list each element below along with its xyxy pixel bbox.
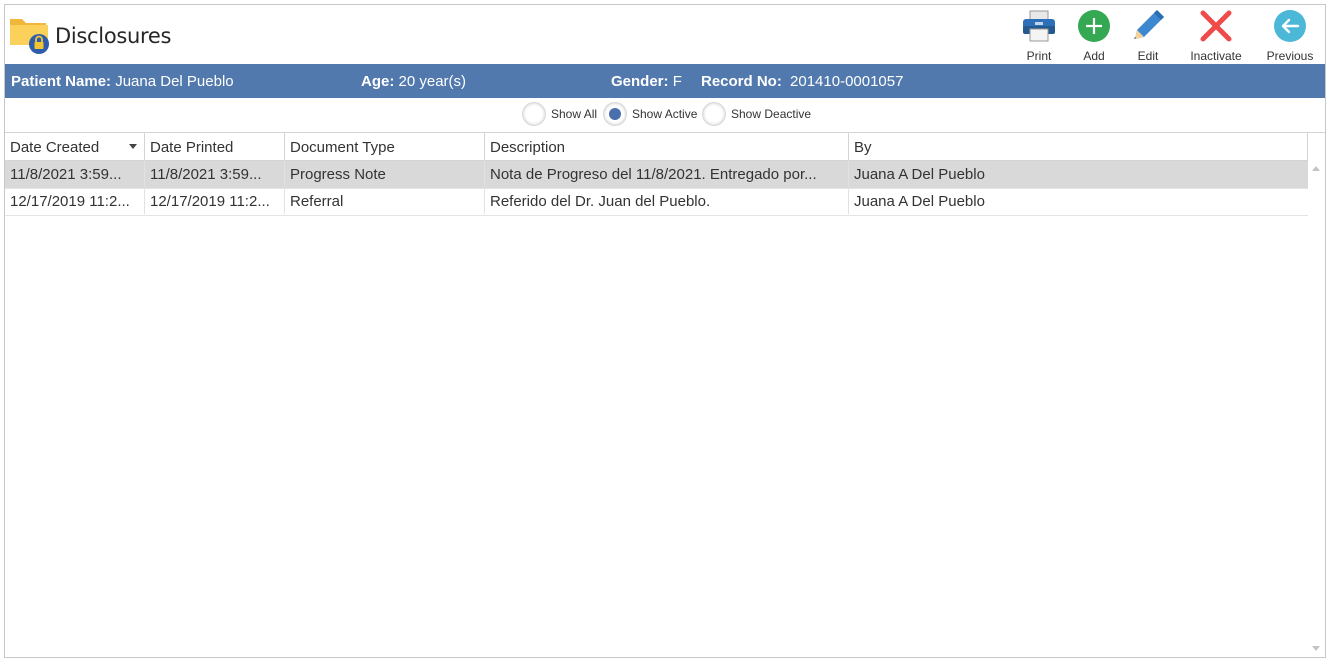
title-bar: Disclosures Print Add Edit Inactivate Pr…	[5, 5, 1325, 64]
locked-folder-icon	[9, 15, 51, 55]
column-header-label: Date Printed	[150, 139, 234, 156]
show-deactive-radio[interactable]: Show Deactive	[703, 103, 811, 125]
disclosures-table: Date Created Date Printed Document Type …	[5, 132, 1325, 658]
table-header: Date Created Date Printed Document Type …	[5, 133, 1308, 161]
patient-age-label: Age:	[361, 73, 395, 90]
scroll-down-arrow-icon[interactable]	[1312, 646, 1320, 651]
arrow-left-circle-icon	[1272, 8, 1308, 44]
column-header-document-type[interactable]: Document Type	[285, 133, 485, 160]
show-all-label: Show All	[551, 107, 598, 121]
patient-name-value: Juana Del Pueblo	[115, 73, 234, 90]
add-label: Add	[1083, 49, 1105, 63]
cell-document-type: Referral	[285, 188, 485, 214]
add-button[interactable]: Add	[1074, 5, 1114, 63]
status-filter: Show All Show Active Show Deactive	[5, 98, 1325, 132]
scroll-up-arrow-icon[interactable]	[1312, 166, 1320, 171]
show-active-radio-circle	[604, 103, 626, 125]
previous-label: Previous	[1266, 49, 1314, 63]
column-header-by[interactable]: By	[849, 133, 1308, 160]
edit-button[interactable]: Edit	[1128, 5, 1168, 63]
cell-date-created: 12/17/2019 11:2...	[5, 188, 145, 214]
show-deactive-radio-circle	[703, 103, 725, 125]
patient-record: Record No: 201410-0001057	[701, 73, 903, 90]
print-button[interactable]: Print	[1019, 5, 1059, 63]
column-header-description[interactable]: Description	[485, 133, 849, 160]
inactivate-button[interactable]: Inactivate	[1187, 5, 1245, 63]
patient-info-bar: Patient Name: Juana Del Pueblo Age: 20 y…	[5, 64, 1325, 98]
sort-descending-icon	[129, 144, 137, 149]
patient-gender-label: Gender:	[611, 73, 669, 90]
patient-age-value: 20 year(s)	[398, 73, 467, 90]
cell-description: Referido del Dr. Juan del Pueblo.	[485, 188, 849, 214]
previous-button[interactable]: Previous	[1265, 5, 1315, 63]
page-title: Disclosures	[55, 24, 172, 48]
patient-gender: Gender: F	[611, 73, 682, 90]
column-header-date-created[interactable]: Date Created	[5, 133, 145, 160]
patient-record-value: 201410-0001057	[790, 73, 904, 90]
patient-age: Age: 20 year(s)	[361, 73, 466, 90]
radio-selected-dot	[609, 108, 621, 120]
column-header-label: Description	[490, 139, 566, 156]
cell-by: Juana A Del Pueblo	[854, 166, 985, 183]
column-header-label: By	[854, 139, 872, 156]
cell-date-created: 11/8/2021 3:59...	[5, 161, 145, 187]
vertical-scrollbar[interactable]	[1309, 160, 1325, 657]
edit-label: Edit	[1137, 49, 1159, 63]
printer-icon	[1021, 8, 1057, 44]
patient-record-label: Record No:	[701, 73, 782, 90]
cell-by: Juana A Del Pueblo	[854, 193, 985, 210]
show-all-radio[interactable]: Show All	[523, 103, 597, 125]
cell-description: Nota de Progreso del 11/8/2021. Entregad…	[485, 161, 849, 187]
column-header-label: Date Created	[10, 139, 100, 156]
cell-date-printed: 11/8/2021 3:59...	[145, 161, 285, 187]
show-active-label: Show Active	[632, 107, 698, 121]
table-row[interactable]: 11/8/2021 3:59... 11/8/2021 3:59... Prog…	[5, 161, 1308, 189]
header-corner	[1309, 133, 1325, 161]
print-label: Print	[1026, 49, 1052, 63]
patient-name-label: Patient Name:	[11, 73, 112, 90]
patient-gender-value: F	[672, 73, 682, 90]
pencil-icon	[1130, 8, 1166, 44]
column-header-label: Document Type	[290, 139, 395, 156]
disclosures-window: Disclosures Print Add Edit Inactivate Pr…	[4, 4, 1326, 658]
x-mark-icon	[1198, 8, 1234, 44]
patient-name: Patient Name: Juana Del Pueblo	[11, 73, 234, 90]
table-row[interactable]: 12/17/2019 11:2... 12/17/2019 11:2... Re…	[5, 188, 1308, 216]
cell-document-type: Progress Note	[285, 161, 485, 187]
show-all-radio-circle	[523, 103, 545, 125]
plus-circle-icon	[1076, 8, 1112, 44]
cell-date-printed: 12/17/2019 11:2...	[145, 188, 285, 214]
show-active-radio[interactable]: Show Active	[604, 103, 697, 125]
show-deactive-label: Show Deactive	[731, 107, 812, 121]
inactivate-label: Inactivate	[1190, 49, 1242, 63]
column-header-date-printed[interactable]: Date Printed	[145, 133, 285, 160]
